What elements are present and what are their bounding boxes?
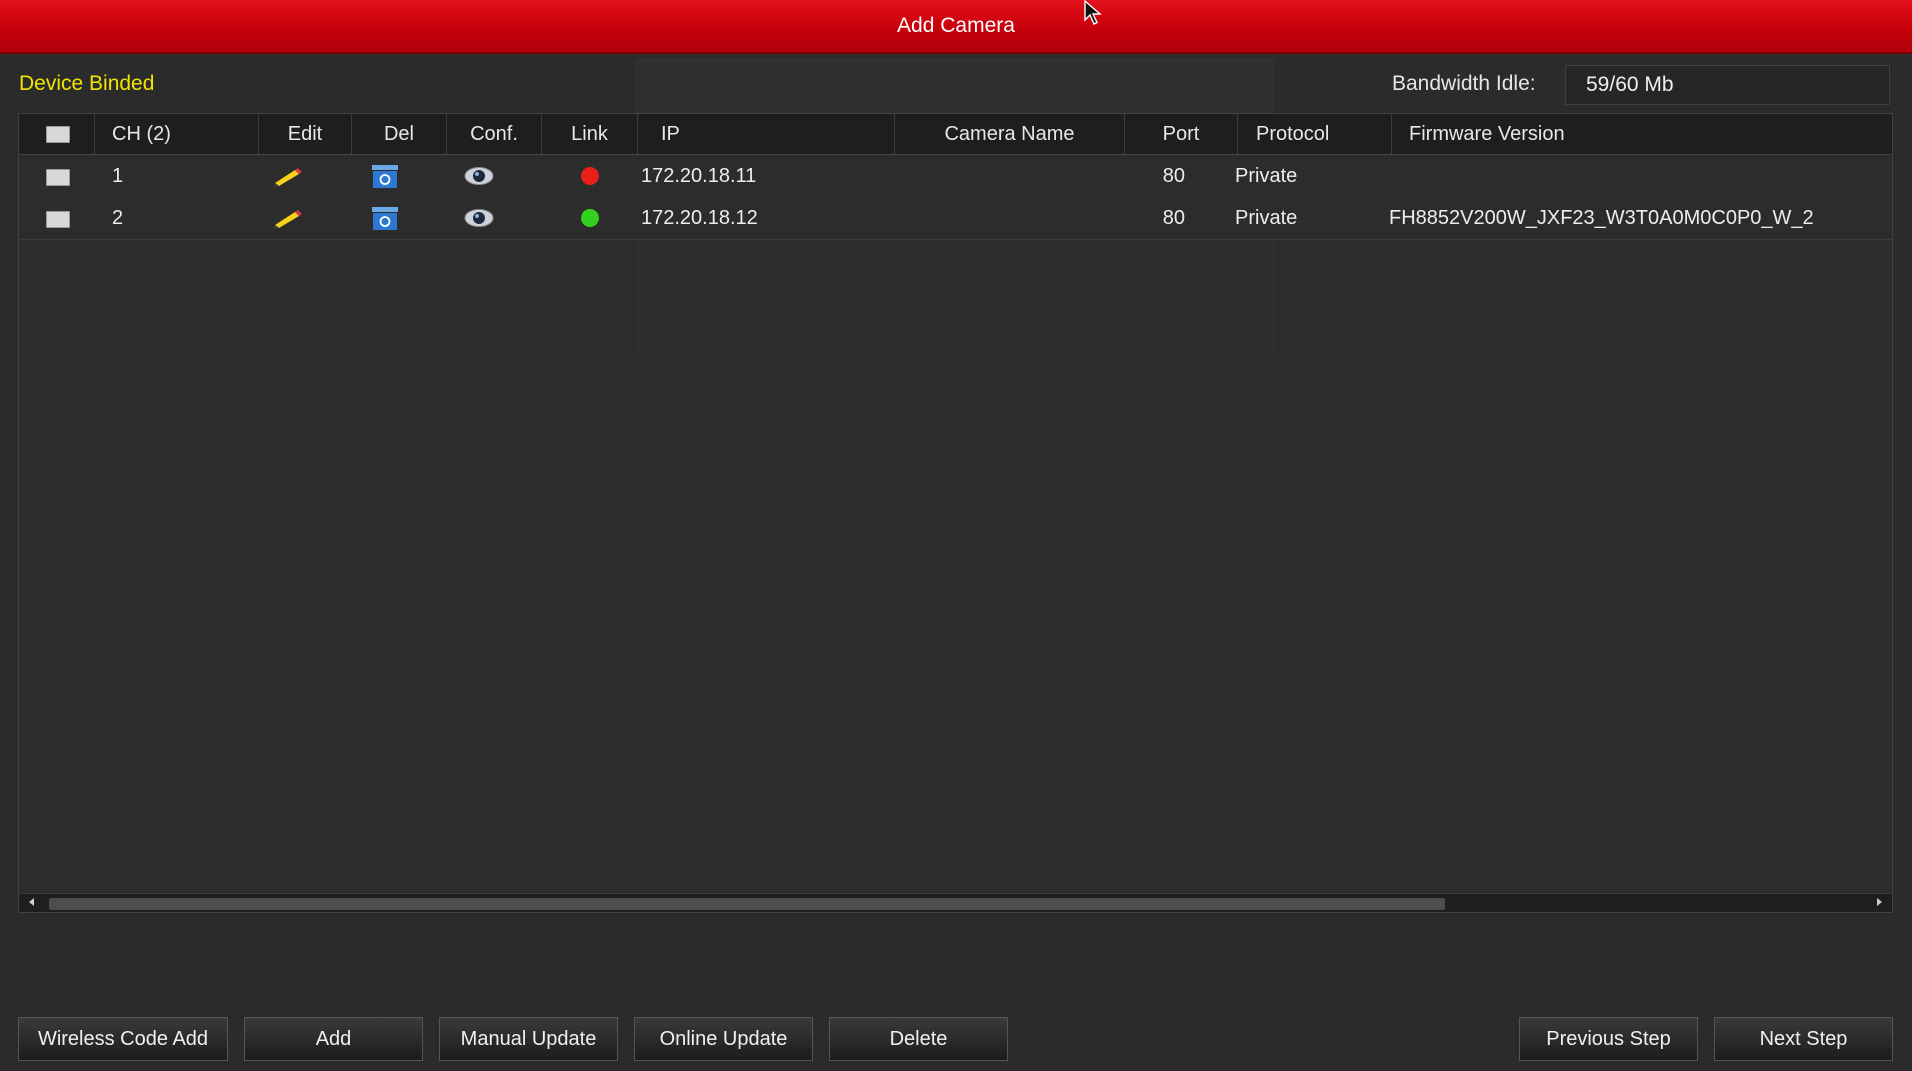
- manual-update-button[interactable]: Manual Update: [439, 1017, 618, 1061]
- camera-icon[interactable]: [463, 165, 495, 187]
- firmware-version: FH8852V200W_JXF23_W3T0A0M0C0P0_W_2: [1389, 207, 1814, 229]
- add-button[interactable]: Add: [244, 1017, 423, 1061]
- ip-address: 172.20.18.11: [641, 165, 757, 187]
- col-ch[interactable]: CH (2): [95, 114, 259, 154]
- scrollbar-thumb[interactable]: [49, 898, 1445, 910]
- protocol: Private: [1235, 165, 1298, 187]
- online-update-button[interactable]: Online Update: [634, 1017, 813, 1061]
- col-edit: Edit: [259, 114, 352, 154]
- mouse-cursor-icon: [1084, 0, 1102, 25]
- link-status-icon: [581, 209, 599, 227]
- col-link: Link: [542, 114, 638, 154]
- scroll-left-icon[interactable]: [29, 898, 34, 906]
- table-header: CH (2) Edit Del Conf. Link IP Camera Nam…: [19, 114, 1892, 155]
- row-checkbox[interactable]: [46, 211, 70, 228]
- pencil-icon[interactable]: [271, 165, 303, 187]
- port: 80: [1162, 207, 1185, 229]
- table-row[interactable]: 2 172.20.18.12 80 Private FH8852V200W_JX…: [19, 197, 1892, 240]
- col-camera-name[interactable]: Camera Name: [895, 114, 1125, 154]
- next-step-button[interactable]: Next Step: [1714, 1017, 1893, 1061]
- camera-name: [895, 155, 1125, 197]
- wireless-code-add-button[interactable]: Wireless Code Add: [18, 1017, 228, 1061]
- camera-name: [895, 197, 1125, 239]
- ip-address: 172.20.18.12: [641, 207, 758, 229]
- table-row[interactable]: 1 172.20.18.11 80 Private: [19, 155, 1892, 198]
- previous-step-button[interactable]: Previous Step: [1519, 1017, 1698, 1061]
- col-protocol[interactable]: Protocol: [1238, 114, 1392, 154]
- horizontal-scrollbar[interactable]: [19, 893, 1892, 912]
- title-bar: Add Camera: [0, 0, 1912, 54]
- camera-icon[interactable]: [463, 207, 495, 229]
- bandwidth-value: 59/60 Mb: [1565, 65, 1890, 105]
- port: 80: [1162, 165, 1185, 187]
- select-all-checkbox[interactable]: [46, 126, 70, 143]
- select-all-cell: [19, 114, 95, 154]
- col-conf: Conf.: [447, 114, 542, 154]
- window-title: Add Camera: [897, 14, 1015, 37]
- col-ip[interactable]: IP: [638, 114, 895, 154]
- link-status-icon: [581, 167, 599, 185]
- col-firmware[interactable]: Firmware Version: [1392, 114, 1892, 154]
- pencil-icon[interactable]: [271, 207, 303, 229]
- scroll-right-icon[interactable]: [1877, 898, 1882, 906]
- protocol: Private: [1235, 207, 1298, 229]
- trash-icon[interactable]: [371, 206, 399, 231]
- channel-number: 2: [112, 207, 124, 229]
- row-checkbox[interactable]: [46, 169, 70, 186]
- channel-number: 1: [112, 165, 124, 187]
- bandwidth-label: Bandwidth Idle:: [1392, 72, 1536, 95]
- delete-button[interactable]: Delete: [829, 1017, 1008, 1061]
- trash-icon[interactable]: [371, 164, 399, 189]
- firmware-version: [1389, 155, 1892, 197]
- col-port[interactable]: Port: [1125, 114, 1238, 154]
- col-del: Del: [352, 114, 447, 154]
- section-label: Device Binded: [19, 72, 155, 95]
